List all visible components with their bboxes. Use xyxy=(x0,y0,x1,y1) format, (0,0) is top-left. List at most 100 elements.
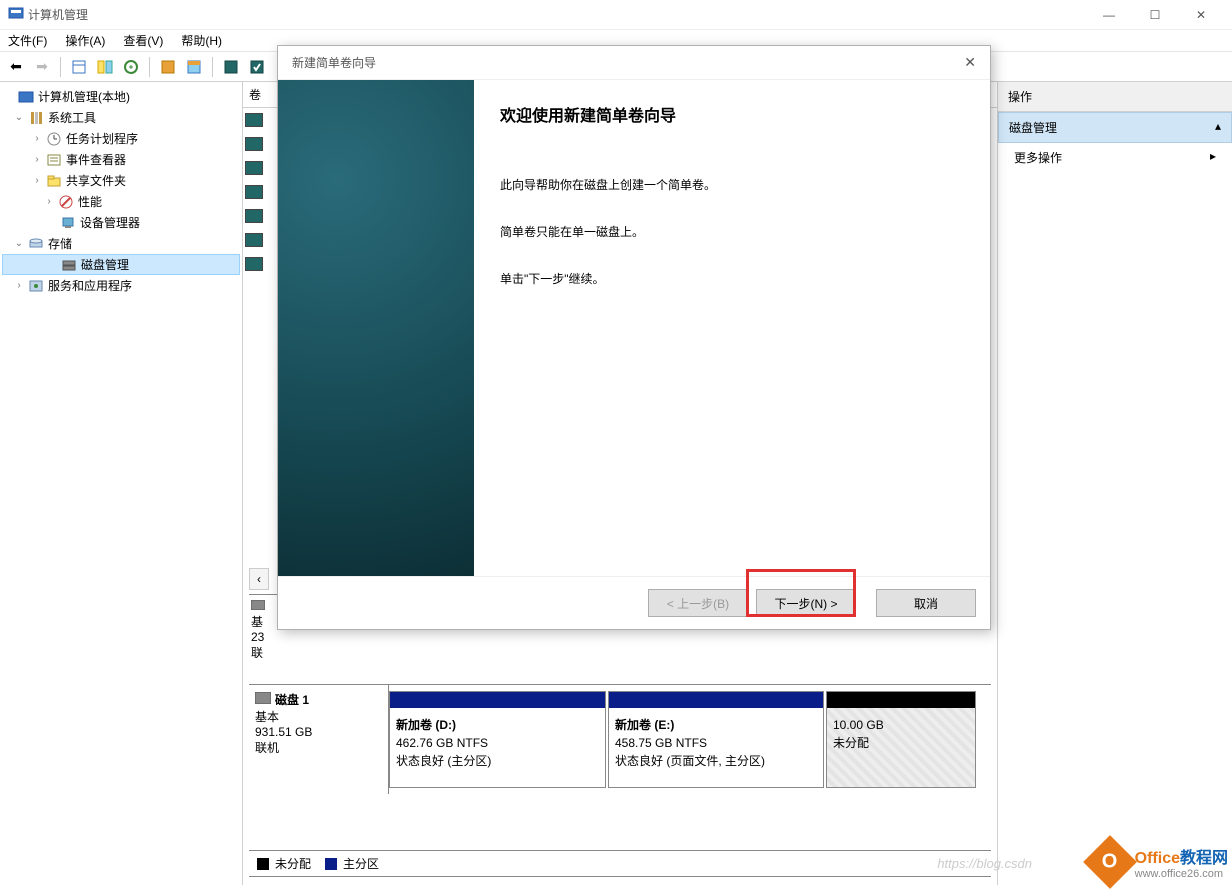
partition-size: 462.76 GB NTFS xyxy=(396,736,488,750)
menu-view[interactable]: 查看(V) xyxy=(123,32,163,49)
tree-shared-folders[interactable]: › 共享文件夹 xyxy=(2,170,240,191)
disk-status: 联机 xyxy=(255,739,382,756)
tree-label: 服务和应用程序 xyxy=(48,277,132,294)
tree-event-viewer[interactable]: › 事件查看器 xyxy=(2,149,240,170)
chevron-right-icon[interactable]: › xyxy=(12,280,26,291)
volume-icon xyxy=(245,137,263,151)
dialog-close-icon[interactable]: ✕ xyxy=(964,54,976,71)
partition-unallocated[interactable]: 10.00 GB 未分配 xyxy=(826,691,976,788)
disk-title: 磁盘 1 xyxy=(275,691,309,708)
chevron-down-icon[interactable]: ⌄ xyxy=(12,238,26,249)
volume-icon xyxy=(245,185,263,199)
disk-icon xyxy=(255,692,271,707)
toolbar-icon-4[interactable] xyxy=(156,55,180,79)
partition-status: 状态良好 (主分区) xyxy=(396,754,491,768)
watermark-text-1: Office xyxy=(1135,850,1180,867)
disk-status-partial: 联 xyxy=(251,644,279,661)
tree-label: 性能 xyxy=(78,193,102,210)
partition-status: 状态良好 (页面文件, 主分区) xyxy=(615,754,765,768)
tree-task-scheduler[interactable]: › 任务计划程序 xyxy=(2,128,240,149)
volume-icon xyxy=(245,209,263,223)
menu-help[interactable]: 帮助(H) xyxy=(181,32,222,49)
partition-status: 未分配 xyxy=(833,736,869,750)
volume-icon xyxy=(245,257,263,271)
toolbar-icon-1[interactable] xyxy=(67,55,91,79)
chevron-right-icon[interactable]: › xyxy=(30,175,44,186)
legend-swatch-primary xyxy=(325,858,337,870)
chevron-right-icon[interactable]: › xyxy=(42,196,56,207)
tree-label: 计算机管理(本地) xyxy=(38,88,130,105)
actions-section-label: 磁盘管理 xyxy=(1009,119,1057,136)
toolbar-icon-7[interactable] xyxy=(245,55,269,79)
disk-label[interactable]: 磁盘 1 基本 931.51 GB 联机 xyxy=(249,685,389,794)
tree-system-tools[interactable]: ⌄ 系统工具 xyxy=(2,107,240,128)
tree-performance[interactable]: › 性能 xyxy=(2,191,240,212)
tree-label: 系统工具 xyxy=(48,109,96,126)
dialog-title: 新建简单卷向导 xyxy=(292,54,376,71)
next-button[interactable]: 下一步(N) > xyxy=(756,589,856,617)
chevron-right-icon: ▸ xyxy=(1210,149,1216,166)
forward-icon[interactable]: ➡ xyxy=(30,55,54,79)
chevron-down-icon[interactable]: ⌄ xyxy=(12,112,26,123)
close-button[interactable]: ✕ xyxy=(1178,0,1224,30)
legend-unallocated: 未分配 xyxy=(275,855,311,872)
toolbar-icon-2[interactable] xyxy=(93,55,117,79)
tree-label: 设备管理器 xyxy=(80,214,140,231)
back-icon[interactable]: ⬅ xyxy=(4,55,28,79)
partition[interactable]: 新加卷 (E:) 458.75 GB NTFS 状态良好 (页面文件, 主分区) xyxy=(608,691,824,788)
collapse-icon[interactable]: ▴ xyxy=(1215,119,1221,136)
partition-name: 新加卷 (D:) xyxy=(396,718,456,732)
tree-device-manager[interactable]: 设备管理器 xyxy=(2,212,240,233)
tree-label: 存储 xyxy=(48,235,72,252)
maximize-button[interactable]: ☐ xyxy=(1132,0,1178,30)
app-icon xyxy=(8,5,24,24)
disk-size-partial: 23 xyxy=(251,630,279,644)
legend-swatch-unallocated xyxy=(257,858,269,870)
tree-services-apps[interactable]: › 服务和应用程序 xyxy=(2,275,240,296)
watermark-office: O Office教程网 www.office26.com xyxy=(1091,843,1228,881)
partition[interactable]: 新加卷 (D:) 462.76 GB NTFS 状态良好 (主分区) xyxy=(389,691,606,788)
actions-header: 操作 xyxy=(998,82,1232,112)
actions-panel: 操作 磁盘管理 ▴ 更多操作 ▸ xyxy=(997,82,1232,885)
chevron-right-icon[interactable]: › xyxy=(30,154,44,165)
disk-type: 基本 xyxy=(255,708,382,725)
volume-icon xyxy=(245,113,263,127)
actions-more[interactable]: 更多操作 ▸ xyxy=(998,143,1232,172)
scroll-left-button[interactable]: ‹ xyxy=(249,568,269,590)
wizard-text-3: 单击"下一步"继续。 xyxy=(500,270,964,289)
wizard-text-2: 简单卷只能在单一磁盘上。 xyxy=(500,223,964,242)
toolbar-icon-5[interactable] xyxy=(182,55,206,79)
tree-root[interactable]: 计算机管理(本地) xyxy=(2,86,240,107)
menu-file[interactable]: 文件(F) xyxy=(8,32,47,49)
wizard-dialog: 新建简单卷向导 ✕ 欢迎使用新建简单卷向导 此向导帮助你在磁盘上创建一个简单卷。… xyxy=(277,45,991,630)
disk-icon xyxy=(251,599,265,613)
toolbar-icon-6[interactable] xyxy=(219,55,243,79)
disk-row: 磁盘 1 基本 931.51 GB 联机 新加卷 (D:) 462.76 GB … xyxy=(249,684,991,794)
minimize-button[interactable]: — xyxy=(1086,0,1132,30)
chevron-right-icon[interactable]: › xyxy=(30,133,44,144)
sidebar: 计算机管理(本地) ⌄ 系统工具 › 任务计划程序 › 事件查看器 › 共享文件… xyxy=(0,82,243,885)
tree-storage[interactable]: ⌄ 存储 xyxy=(2,233,240,254)
partition-size: 10.00 GB xyxy=(833,718,884,732)
titlebar: 计算机管理 — ☐ ✕ xyxy=(0,0,1232,30)
office-logo-icon: O xyxy=(1083,835,1137,889)
tree-label: 事件查看器 xyxy=(66,151,126,168)
menu-action[interactable]: 操作(A) xyxy=(65,32,105,49)
disk-size: 931.51 GB xyxy=(255,725,382,739)
actions-section[interactable]: 磁盘管理 ▴ xyxy=(998,112,1232,143)
legend-primary: 主分区 xyxy=(343,855,379,872)
disk-type-partial: 基 xyxy=(251,613,279,630)
window-title: 计算机管理 xyxy=(24,6,1086,23)
dialog-content: 欢迎使用新建简单卷向导 此向导帮助你在磁盘上创建一个简单卷。 简单卷只能在单一磁… xyxy=(474,80,990,576)
wizard-heading: 欢迎使用新建简单卷向导 xyxy=(500,102,964,126)
wizard-text-1: 此向导帮助你在磁盘上创建一个简单卷。 xyxy=(500,176,964,195)
dialog-banner xyxy=(278,80,474,576)
tree-disk-management[interactable]: 磁盘管理 xyxy=(2,254,240,275)
tree-label: 磁盘管理 xyxy=(81,256,129,273)
watermark-text-2: 教程网 xyxy=(1180,850,1228,867)
disk-legend: 未分配 主分区 xyxy=(249,850,991,877)
cancel-button[interactable]: 取消 xyxy=(876,589,976,617)
partition-name: 新加卷 (E:) xyxy=(615,718,674,732)
actions-more-label: 更多操作 xyxy=(1014,149,1062,166)
toolbar-icon-3[interactable] xyxy=(119,55,143,79)
